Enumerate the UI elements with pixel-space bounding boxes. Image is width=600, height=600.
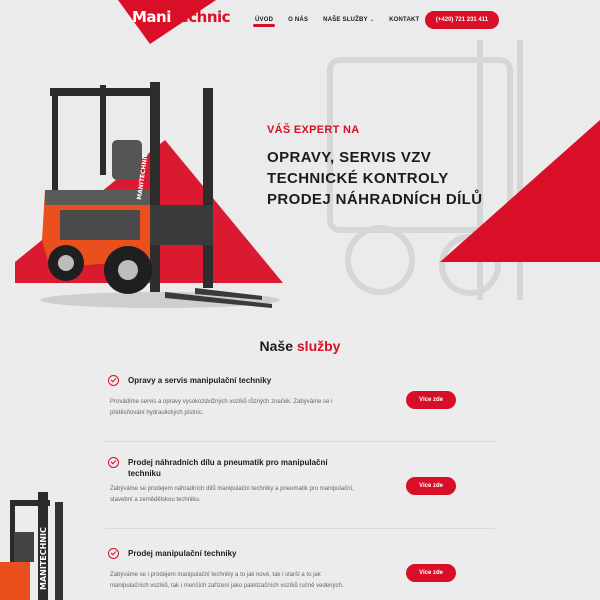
nav-item-home[interactable]: Úvod — [252, 17, 276, 27]
logo-part2: Technic — [170, 8, 231, 26]
logo[interactable]: ManiTechnic — [118, 0, 238, 34]
service-item: Prodej manipulační techniky Zabýváme se … — [108, 548, 498, 600]
services-heading-part2: služby — [296, 338, 341, 354]
nav-item-label: Úvod — [255, 17, 274, 23]
more-button[interactable]: Více zde — [406, 477, 456, 495]
hero-section: MANITECHNIC ManiTechnic Úvod O nás Naše … — [0, 0, 600, 325]
hero-title-line: TECHNICKÉ KONTROLY — [267, 170, 449, 187]
more-button[interactable]: Více zde — [406, 391, 456, 409]
hero-title-line: OPRAVY, SERVIS VZV — [267, 149, 432, 166]
service-description: Provádíme servis a opravy vysokozdvižnýc… — [110, 399, 333, 416]
services-heading: Naše služby — [0, 338, 600, 354]
nav-item-label: Naše služby — [323, 17, 368, 23]
check-circle-icon — [108, 548, 119, 559]
chevron-down-icon: ⌄ — [369, 17, 375, 23]
nav-item-about[interactable]: O nás — [288, 17, 308, 26]
hero-title-line: PRODEJ NÁHRADNÍCH DÍLŮ — [267, 191, 483, 208]
nav-item-services[interactable]: Naše služby ⌄ — [323, 17, 374, 26]
main-nav: Úvod O nás Naše služby ⌄ Kontakt — [252, 17, 434, 27]
more-button[interactable]: Více zde — [406, 564, 456, 582]
nav-item-contact[interactable]: Kontakt — [389, 17, 419, 26]
forklift-label: MANITECHNIC — [39, 527, 48, 590]
service-title: Prodej manipulační techniky — [128, 549, 237, 558]
logo-text[interactable]: ManiTechnic — [132, 8, 231, 26]
logo-part1: Mani — [132, 8, 171, 26]
nav-item-label: Kontakt — [389, 17, 420, 23]
service-description: Zabýváme se prodejem náhradních dílů man… — [110, 486, 354, 503]
phone-button[interactable]: (+420) 721 231 411 — [425, 11, 499, 29]
check-circle-icon — [108, 457, 119, 468]
service-item: Prodej náhradních dílu a pneumatik pro m… — [108, 457, 498, 527]
service-item: Opravy a servis manipulační techniky Pro… — [108, 375, 498, 435]
hero-subtitle: VÁŠ EXPERT NA — [267, 124, 360, 136]
divider — [105, 441, 495, 442]
hero-title: OPRAVY, SERVIS VZV TECHNICKÉ KONTROLY PR… — [267, 147, 482, 210]
check-circle-icon — [108, 375, 119, 386]
forklift-image-small: MANITECHNIC — [0, 492, 63, 600]
service-title: Opravy a servis manipulační techniky — [128, 376, 272, 385]
service-description: Zabýváme se i prodejem manipulační techn… — [110, 572, 344, 589]
service-title: Prodej náhradních dílu a pneumatik pro m… — [128, 458, 328, 478]
divider — [105, 528, 495, 529]
services-heading-part1: Naše — [259, 338, 293, 354]
nav-item-label: O nás — [288, 17, 309, 23]
